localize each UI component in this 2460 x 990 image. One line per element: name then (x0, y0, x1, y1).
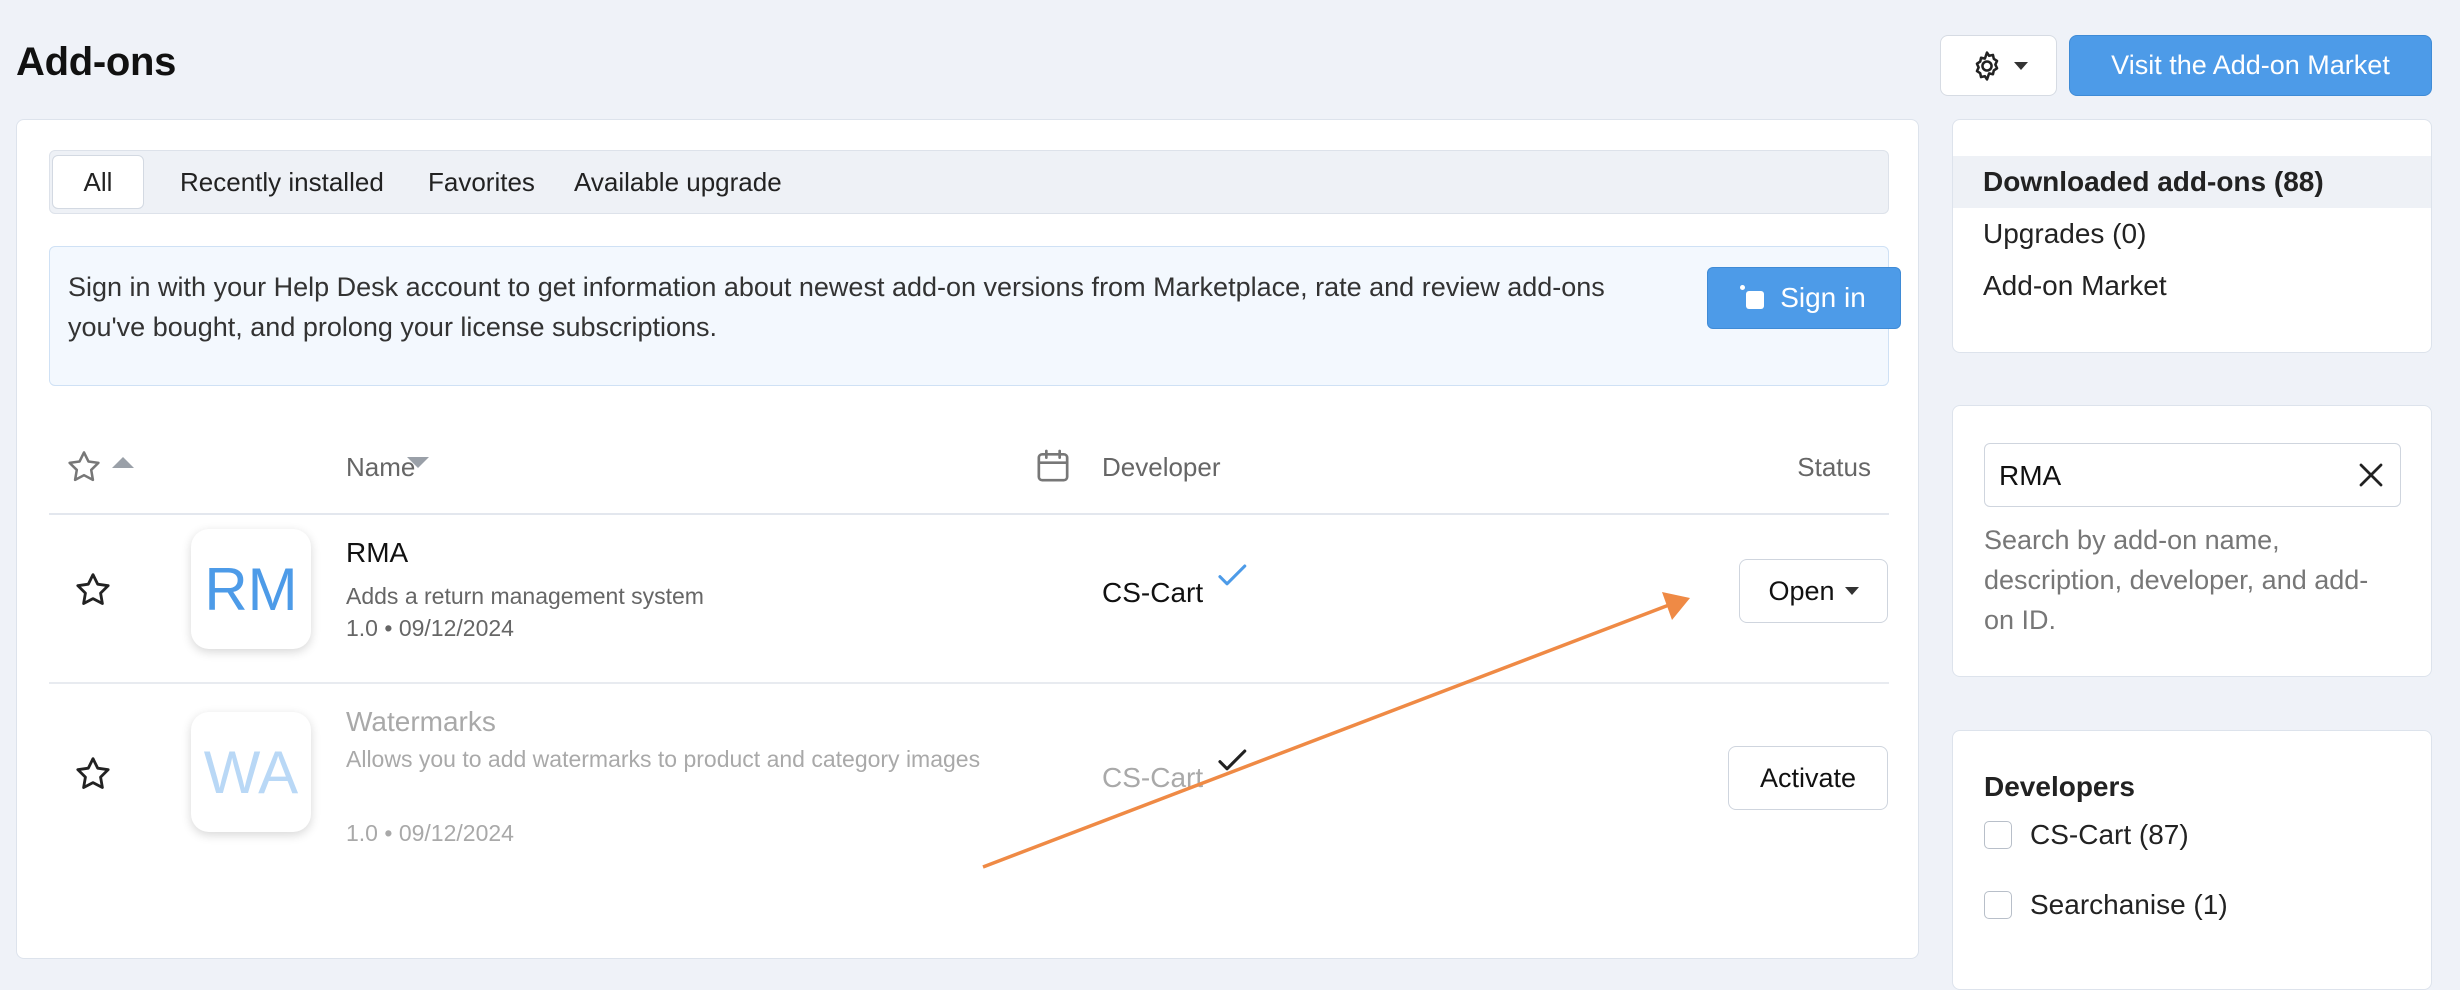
addon-version: 1.0 (346, 615, 378, 641)
page-title: Add-ons (16, 40, 177, 84)
nav-downloaded-addons[interactable]: Downloaded add-ons (88) (1953, 156, 2431, 208)
chevron-down-icon (2013, 61, 2028, 70)
developers-filter-panel: Developers CS-Cart (87) Searchanise (1) (1952, 730, 2432, 990)
addon-logo[interactable]: RM (191, 529, 311, 649)
tab-favorites[interactable]: Favorites (428, 155, 535, 209)
tab-all[interactable]: All (52, 155, 144, 209)
tab-recently-installed[interactable]: Recently installed (180, 155, 384, 209)
addon-date: 09/12/2024 (398, 820, 514, 846)
sort-desc-icon[interactable] (407, 457, 429, 468)
search-hint: Search by add-on name, description, deve… (1984, 525, 2369, 635)
tab-available-upgrade[interactable]: Available upgrade (574, 155, 782, 209)
addon-name[interactable]: RMA (346, 537, 408, 569)
close-icon[interactable] (2356, 460, 2386, 490)
addon-version-date: 1.0 • 09/12/2024 (346, 820, 514, 846)
nav-upgrades[interactable]: Upgrades (0) (1953, 208, 2431, 260)
sign-in-icon (1740, 285, 1765, 309)
column-developer-header[interactable]: Developer (1102, 452, 1221, 483)
addon-developer: CS-Cart (1102, 564, 1249, 609)
addons-table: Name Developer Status RM RMA Adds a retu… (49, 420, 1889, 851)
table-row: RM RMA Adds a return management system 1… (49, 515, 1889, 684)
sign-in-label: Sign in (1780, 282, 1866, 313)
addon-description: Allows you to add watermarks to product … (346, 746, 981, 772)
notice-text: Sign in with your Help Desk account to g… (68, 272, 1605, 342)
sort-asc-icon[interactable] (112, 457, 134, 468)
addon-developer: CS-Cart (1102, 749, 1249, 794)
addon-version-date: 1.0 • 09/12/2024 (346, 615, 514, 641)
developer-filter-cs-cart[interactable]: CS-Cart (87) (1984, 819, 2189, 851)
verified-check-icon (1218, 749, 1247, 771)
signin-notice: Sign in with your Help Desk account to g… (49, 246, 1901, 386)
filter-tabs: All Recently installed Favorites Availab… (49, 150, 1889, 214)
developer-name[interactable]: CS-Cart (1102, 762, 1203, 794)
checkbox[interactable] (1984, 821, 2012, 849)
gear-icon (1975, 50, 1998, 81)
visit-market-button[interactable]: Visit the Add-on Market (2069, 35, 2432, 96)
column-status-header: Status (1797, 452, 1871, 482)
settings-dropdown-button[interactable] (1940, 35, 2057, 96)
addon-name[interactable]: Watermarks (346, 706, 496, 738)
checkbox[interactable] (1984, 891, 2012, 919)
open-button-label: Open (1768, 575, 1835, 606)
open-button[interactable]: Open (1739, 559, 1888, 623)
calendar-icon[interactable] (1033, 446, 1073, 486)
addon-description: Adds a return management system (346, 583, 704, 609)
sign-in-button[interactable]: Sign in (1707, 267, 1901, 329)
verified-check-icon (1218, 564, 1247, 586)
chevron-down-icon (1844, 587, 1859, 595)
developer-name[interactable]: CS-Cart (1102, 577, 1203, 609)
nav-addon-market[interactable]: Add-on Market (1953, 260, 2431, 312)
activate-button[interactable]: Activate (1728, 746, 1888, 810)
developers-title: Developers (1984, 771, 2135, 802)
addon-date: 09/12/2024 (398, 615, 514, 641)
column-name-header[interactable]: Name (346, 452, 415, 483)
search-panel: RMA Search by add-on name, description, … (1952, 405, 2432, 677)
star-outline-icon[interactable] (65, 448, 103, 486)
favorite-star-icon[interactable] (73, 570, 113, 610)
search-value[interactable]: RMA (1999, 460, 2061, 492)
addons-main-panel: All Recently installed Favorites Availab… (16, 119, 1919, 959)
table-row: WA Watermarks Allows you to add watermar… (49, 684, 1889, 851)
addon-logo[interactable]: WA (191, 712, 311, 832)
addon-version: 1.0 (346, 820, 378, 846)
search-input[interactable]: RMA (1984, 443, 2401, 507)
addons-side-nav: Downloaded add-ons (88) Upgrades (0) Add… (1952, 119, 2432, 353)
developer-filter-label[interactable]: CS-Cart (87) (2030, 819, 2189, 851)
favorite-star-icon[interactable] (73, 754, 113, 794)
developer-filter-searchanise[interactable]: Searchanise (1) (1984, 889, 2228, 921)
table-header: Name Developer Status (49, 420, 1889, 515)
developer-filter-label[interactable]: Searchanise (1) (2030, 889, 2228, 921)
